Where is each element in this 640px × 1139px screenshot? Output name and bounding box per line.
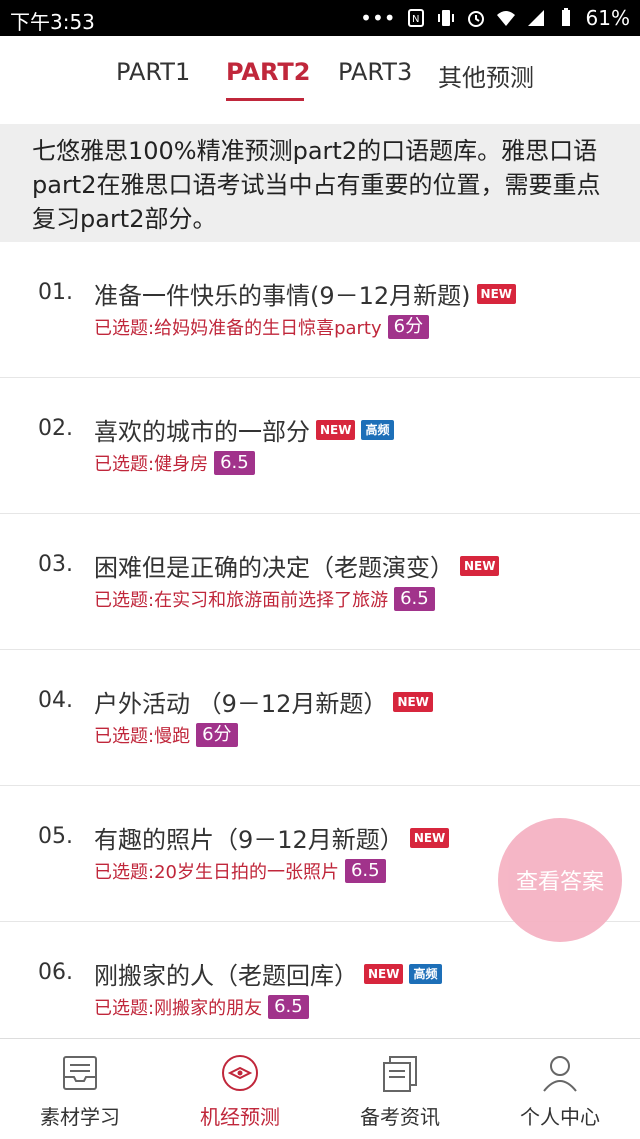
nav-exam-news[interactable]: 备考资讯 <box>320 1039 480 1139</box>
score-badge: 6.5 <box>214 451 255 475</box>
tab-part3[interactable]: PART3 <box>338 58 412 86</box>
topic-number: 04. <box>38 688 73 713</box>
score-badge: 6分 <box>196 723 238 747</box>
more-icon: ••• <box>360 6 396 30</box>
signal-icon <box>527 10 544 26</box>
nav-label: 机经预测 <box>200 1105 280 1129</box>
nfc-icon: N <box>407 9 424 27</box>
selected-topic-row: 已选题:健身房 6.5 <box>94 450 255 476</box>
active-tab-indicator <box>226 98 304 101</box>
new-badge: NEW <box>460 555 500 576</box>
topic-title-row: 户外活动 （9－12月新题） NEW <box>94 684 433 719</box>
topic-number: 01. <box>38 280 73 305</box>
battery-icon <box>561 8 570 26</box>
selected-topic-row: 已选题:20岁生日拍的一张照片 6.5 <box>94 858 386 884</box>
topic-title-row: 困难但是正确的决定（老题演变） NEW <box>94 548 500 583</box>
score-badge: 6.5 <box>268 995 309 1019</box>
nav-label: 个人中心 <box>520 1105 600 1129</box>
view-answer-button[interactable]: 查看答案 <box>498 818 622 942</box>
new-badge: NEW <box>409 827 450 848</box>
tab-part1[interactable]: PART1 <box>116 58 190 86</box>
alarm-icon <box>467 11 484 27</box>
selected-topic-row: 已选题:在实习和旅游面前选择了旅游 6.5 <box>94 586 435 612</box>
selected-topic: 已选题:在实习和旅游面前选择了旅游 <box>94 590 389 611</box>
selected-topic-row: 已选题:给妈妈准备的生日惊喜party 6分 <box>94 314 430 340</box>
battery-level: 61% <box>585 6 630 30</box>
nav-prediction[interactable]: 机经预测 <box>160 1039 320 1139</box>
new-badge: NEW <box>316 419 356 440</box>
selected-topic: 已选题:刚搬家的朋友 <box>94 998 263 1019</box>
tab-other-predictions[interactable]: 其他预测 <box>438 58 534 93</box>
high-frequency-badge: 高频 <box>361 419 394 440</box>
topic-title: 困难但是正确的决定（老题演变） <box>94 554 454 582</box>
vibrate-icon <box>437 10 454 26</box>
topic-item[interactable]: 04. 户外活动 （9－12月新题） NEW 已选题:慢跑 6分 <box>0 650 640 786</box>
selected-topic-row: 已选题:慢跑 6分 <box>94 722 238 748</box>
nav-material-study[interactable]: 素材学习 <box>0 1039 160 1139</box>
tab-part2[interactable]: PART2 <box>226 58 310 86</box>
topic-title: 喜欢的城市的一部分 <box>94 418 310 446</box>
inbox-icon <box>63 1056 97 1090</box>
selected-topic: 已选题:20岁生日拍的一张照片 <box>94 862 339 883</box>
topic-title-row: 刚搬家的人（老题回库） NEW 高频 <box>94 956 442 991</box>
topic-title: 户外活动 （9－12月新题） <box>94 690 388 718</box>
topic-title-row: 有趣的照片（9－12月新题） NEW <box>94 820 450 855</box>
topic-number: 02. <box>38 416 73 441</box>
part-tabs: PART1 PART2 PART3 其他预测 <box>0 36 640 122</box>
person-icon <box>543 1056 577 1092</box>
score-badge: 6.5 <box>344 859 386 883</box>
selected-topic: 已选题:给妈妈准备的生日惊喜party <box>94 318 382 339</box>
selected-topic-row: 已选题:刚搬家的朋友 6.5 <box>94 994 309 1020</box>
high-frequency-badge: 高频 <box>409 963 442 984</box>
new-badge: NEW <box>364 963 404 984</box>
new-badge: NEW <box>476 283 517 304</box>
topic-title-row: 喜欢的城市的一部分 NEW 高频 <box>94 412 394 447</box>
status-time: 下午3:53 <box>10 10 95 34</box>
svg-text:N: N <box>412 14 419 25</box>
topic-item[interactable]: 02. 喜欢的城市的一部分 NEW 高频 已选题:健身房 6.5 <box>0 378 640 514</box>
compass-icon <box>222 1055 258 1091</box>
topic-item[interactable]: 01. 准备一件快乐的事情(9－12月新题) NEW 已选题:给妈妈准备的生日惊… <box>0 242 640 378</box>
topic-number: 03. <box>38 552 73 577</box>
status-icons: ••• N 61% <box>360 6 630 30</box>
status-bar: 下午3:53 ••• N 61% <box>0 0 640 36</box>
nav-personal-center[interactable]: 个人中心 <box>480 1039 640 1139</box>
score-badge: 6分 <box>387 315 430 339</box>
topic-item[interactable]: 03. 困难但是正确的决定（老题演变） NEW 已选题:在实习和旅游面前选择了旅… <box>0 514 640 650</box>
topic-number: 05. <box>38 824 73 849</box>
topic-title-row: 准备一件快乐的事情(9－12月新题) NEW <box>94 276 517 311</box>
nav-label: 素材学习 <box>40 1105 120 1129</box>
intro-text: 七悠雅思100%精准预测part2的口语题库。雅思口语part2在雅思口语考试当… <box>0 124 640 242</box>
selected-topic: 已选题:健身房 <box>94 454 209 475</box>
topic-title: 有趣的照片（9－12月新题） <box>94 826 404 854</box>
selected-topic: 已选题:慢跑 <box>94 726 191 747</box>
topic-number: 06. <box>38 960 73 985</box>
topic-title: 刚搬家的人（老题回库） <box>94 962 358 990</box>
score-badge: 6.5 <box>394 587 435 611</box>
topic-title: 准备一件快乐的事情(9－12月新题) <box>94 282 471 310</box>
wifi-icon <box>496 11 515 26</box>
nav-label: 备考资讯 <box>360 1105 440 1129</box>
bottom-nav: 素材学习 机经预测 备考资讯 个人中心 <box>0 1038 640 1139</box>
new-badge: NEW <box>393 691 433 712</box>
news-icon <box>383 1056 417 1092</box>
